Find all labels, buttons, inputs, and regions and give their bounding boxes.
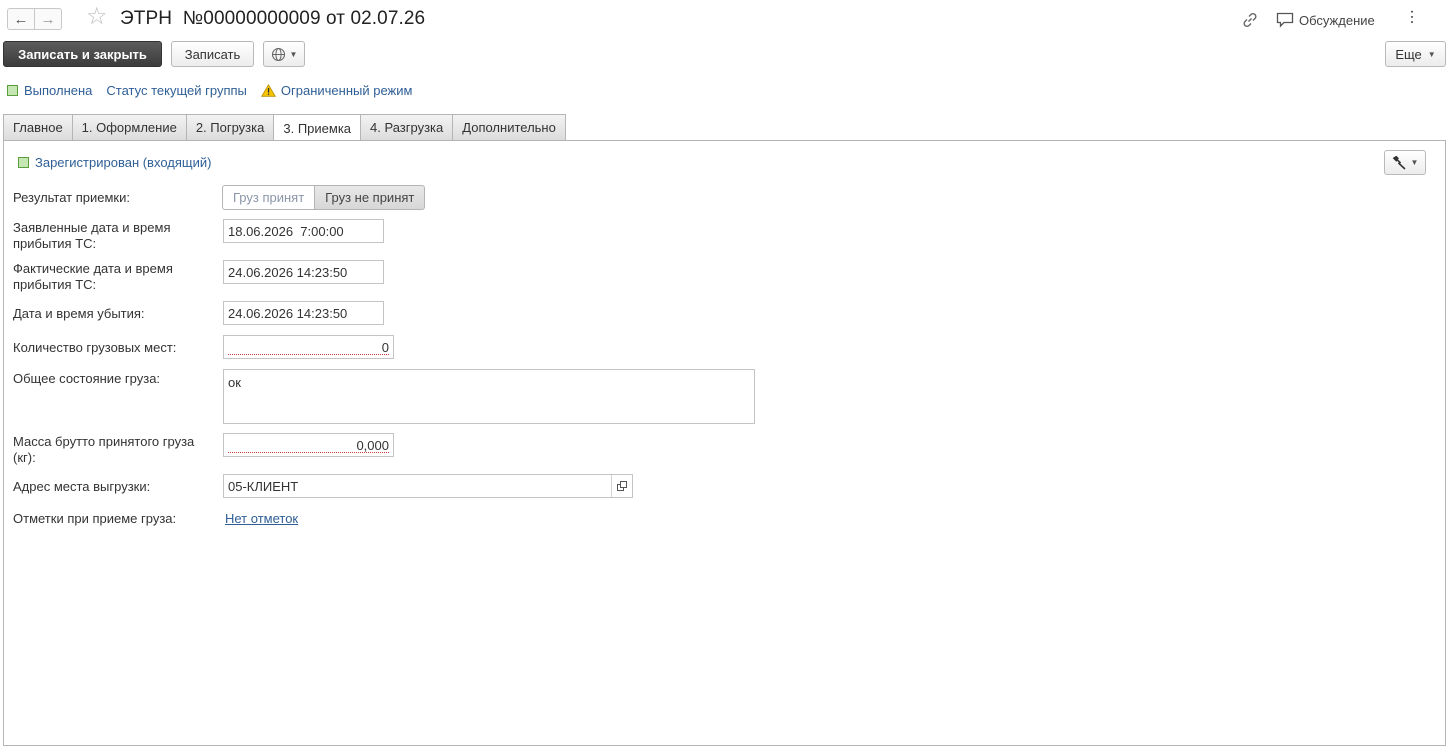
tab-unloading[interactable]: 4. Разгрузка — [360, 114, 453, 141]
page-title: ЭТРН №00000000009 от 02.07.26 — [120, 8, 426, 29]
status-completed-icon — [7, 85, 18, 96]
chevron-down-icon: ▼ — [1427, 49, 1436, 59]
save-and-close-button[interactable]: Записать и закрыть — [3, 41, 162, 67]
tab-registration[interactable]: 1. Оформление — [71, 114, 186, 141]
arrow-left-icon: ← — [13, 10, 29, 28]
link-icon[interactable] — [1241, 11, 1259, 29]
result-toggle: Груз принят Груз не принят — [222, 185, 426, 210]
more-button-label: Еще — [1395, 46, 1422, 62]
hammer-icon — [1392, 155, 1406, 170]
tab-acceptance[interactable]: 3. Приемка — [273, 114, 361, 142]
back-button[interactable]: ← — [7, 8, 35, 30]
registered-status-icon — [18, 157, 29, 168]
status-bar: Выполнена Статус текущей группы Ограниче… — [7, 83, 412, 98]
chevron-down-icon: ▼ — [1410, 158, 1419, 167]
departure-input[interactable]: 24.06.2026 14:23:50 — [223, 301, 384, 325]
tab-main[interactable]: Главное — [3, 114, 72, 141]
discussion-button[interactable]: Обсуждение — [1299, 13, 1375, 28]
globe-icon — [271, 47, 285, 61]
open-window-icon — [617, 481, 627, 491]
marks-label: Отметки при приеме груза: — [13, 511, 177, 526]
gross-mass-input[interactable]: 0,000 — [223, 433, 394, 457]
group-status-link[interactable]: Статус текущей группы — [106, 83, 246, 98]
declared-arrival-label: Заявленные дата и время прибытия ТС: — [13, 220, 171, 251]
unload-address-input[interactable]: 05-КЛИЕНТ — [223, 474, 633, 498]
result-label: Результат приемки: — [13, 190, 130, 205]
tab-loading[interactable]: 2. Погрузка — [185, 114, 274, 141]
condition-textarea[interactable]: ок — [223, 369, 755, 424]
actual-arrival-input[interactable]: 24.06.2026 14:23:50 — [223, 260, 384, 284]
form-tools-button[interactable]: ▼ — [1384, 150, 1426, 175]
gross-mass-label: Масса брутто принятого груза (кг): — [13, 434, 195, 465]
tab-additional[interactable]: Дополнительно — [452, 114, 566, 141]
condition-label: Общее состояние груза: — [13, 371, 161, 386]
actual-arrival-label: Фактические дата и время прибытия ТС: — [13, 261, 173, 292]
unload-address-value: 05-КЛИЕНТ — [228, 478, 299, 494]
discussion-icon[interactable] — [1276, 12, 1294, 28]
marks-link[interactable]: Нет отметок — [225, 511, 298, 526]
chevron-down-icon: ▼ — [289, 49, 298, 59]
warning-icon — [260, 84, 276, 97]
status-completed-link[interactable]: Выполнена — [24, 83, 92, 98]
favorite-star-icon[interactable]: ☆ — [86, 5, 108, 29]
unload-address-label: Адрес места выгрузки: — [13, 479, 151, 494]
declared-arrival-input[interactable]: 18.06.2026 7:00:00 — [223, 219, 384, 243]
registered-status: Зарегистрирован (входящий) — [18, 155, 211, 170]
departure-label: Дата и время убытия: — [13, 306, 145, 321]
more-menu-button[interactable]: Еще ▼ — [1385, 41, 1446, 67]
forward-button[interactable]: → — [34, 8, 62, 30]
arrow-right-icon: → — [40, 10, 56, 28]
cargo-places-label: Количество грузовых мест: — [13, 340, 177, 355]
limited-mode-link[interactable]: Ограниченный режим — [281, 83, 413, 98]
tab-bar: Главное 1. Оформление 2. Погрузка 3. При… — [3, 114, 566, 142]
save-button[interactable]: Записать — [171, 41, 254, 67]
result-not-accepted-option[interactable]: Груз не принят — [315, 185, 426, 210]
language-menu-button[interactable]: ▼ — [263, 41, 305, 67]
result-accepted-option[interactable]: Груз принят — [222, 185, 316, 210]
registered-status-link[interactable]: Зарегистрирован (входящий) — [35, 155, 211, 170]
more-actions-icon[interactable]: ⋯ — [1403, 9, 1420, 25]
open-address-button[interactable] — [611, 475, 632, 497]
tab-panel — [3, 140, 1446, 746]
cargo-places-input[interactable]: 0 — [223, 335, 394, 359]
